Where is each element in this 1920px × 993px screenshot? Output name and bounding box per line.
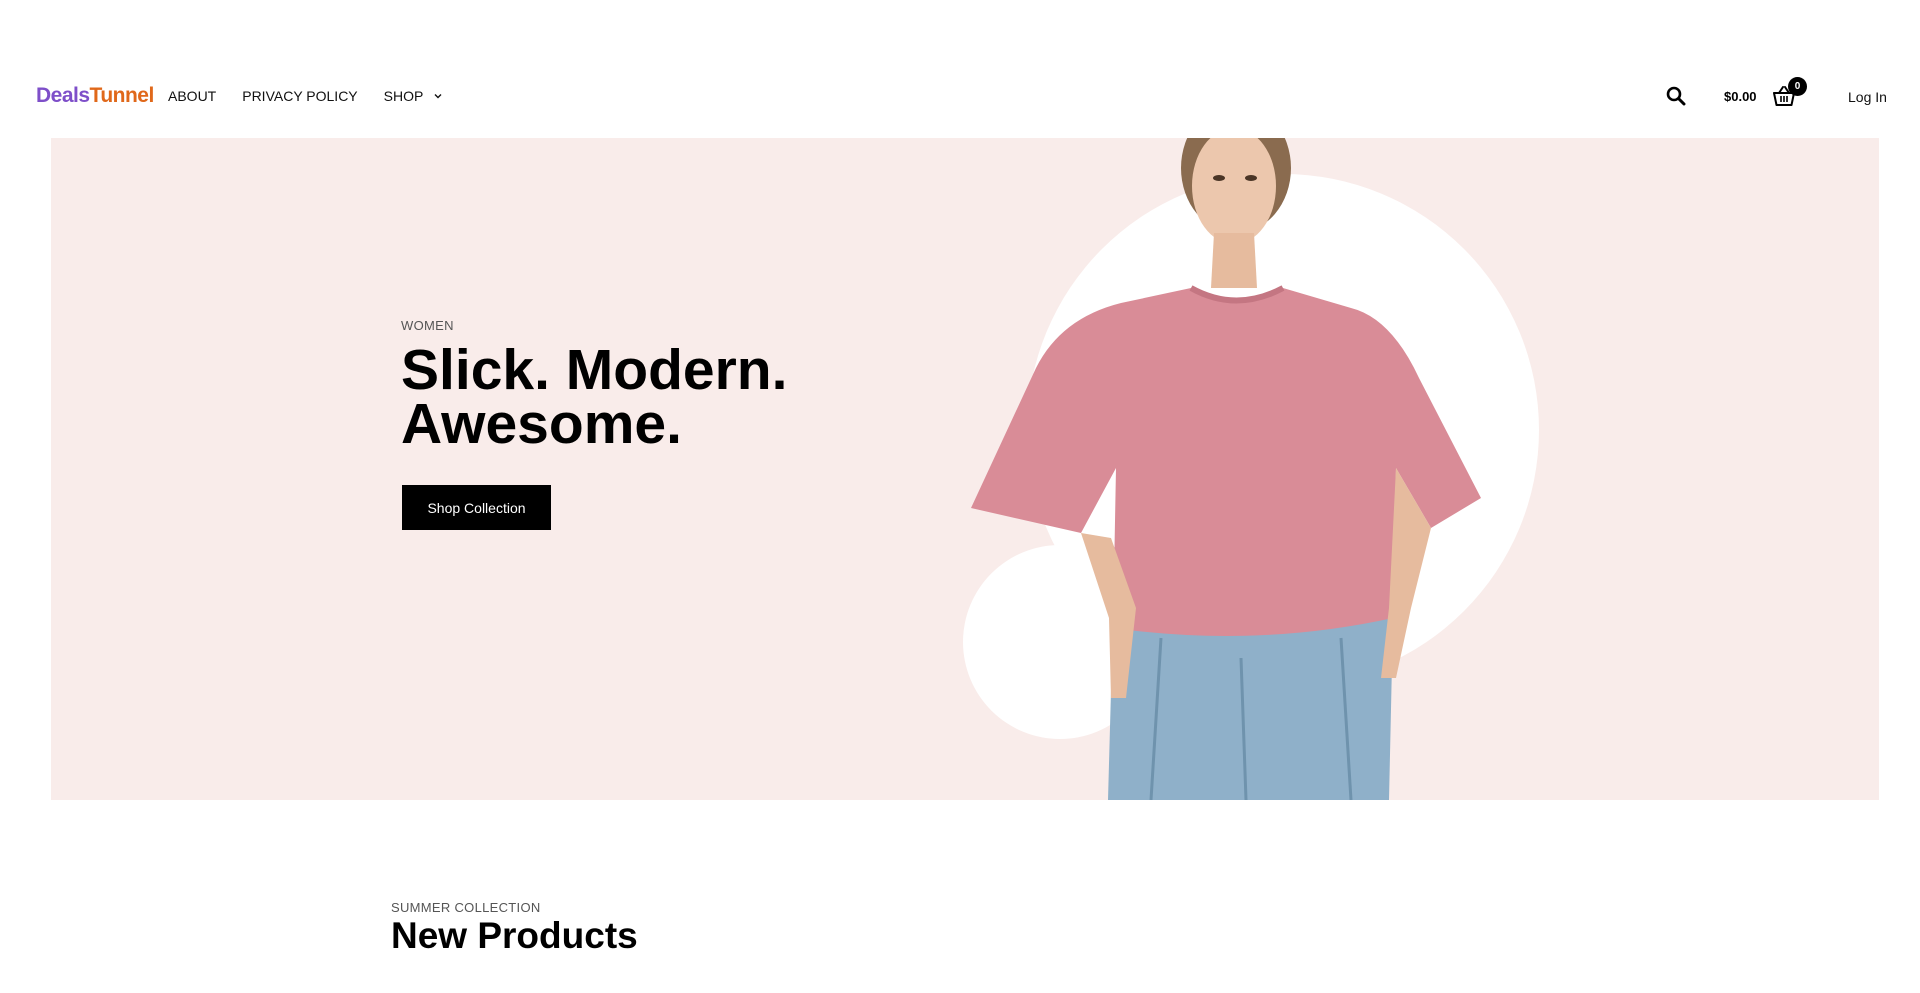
logo-part-tunnel: Tunnel — [89, 84, 155, 107]
site-header: DealsTunnel ABOUT PRIVACY POLICY SHOP $0… — [0, 0, 1920, 138]
hero-title-line2: Awesome. — [401, 392, 682, 456]
chevron-down-icon — [434, 94, 442, 99]
hero-model-image — [963, 138, 1539, 800]
nav-privacy-policy[interactable]: PRIVACY POLICY — [242, 88, 357, 104]
nav-shop-label: SHOP — [383, 88, 424, 104]
section-title: New Products — [391, 915, 638, 956]
section-subtitle: SUMMER COLLECTION — [391, 900, 541, 915]
nav-shop[interactable]: SHOP — [384, 88, 444, 104]
login-link[interactable]: Log In — [1848, 89, 1887, 105]
cart-total[interactable]: $0.00 — [1724, 89, 1757, 104]
logo[interactable]: DealsTunnel — [36, 84, 154, 108]
hero-title: Slick. Modern. Awesome. — [401, 342, 901, 453]
main-nav: ABOUT PRIVACY POLICY SHOP — [168, 88, 443, 104]
cart-count-badge: 0 — [1788, 77, 1807, 96]
nav-about[interactable]: ABOUT — [168, 88, 216, 104]
search-icon[interactable] — [1666, 86, 1686, 106]
hero-banner: WOMEN Slick. Modern. Awesome. Shop Colle… — [51, 138, 1879, 800]
shop-collection-button[interactable]: Shop Collection — [402, 485, 551, 530]
hero-category-label: WOMEN — [401, 318, 454, 333]
logo-part-deals: Deals — [36, 84, 90, 107]
